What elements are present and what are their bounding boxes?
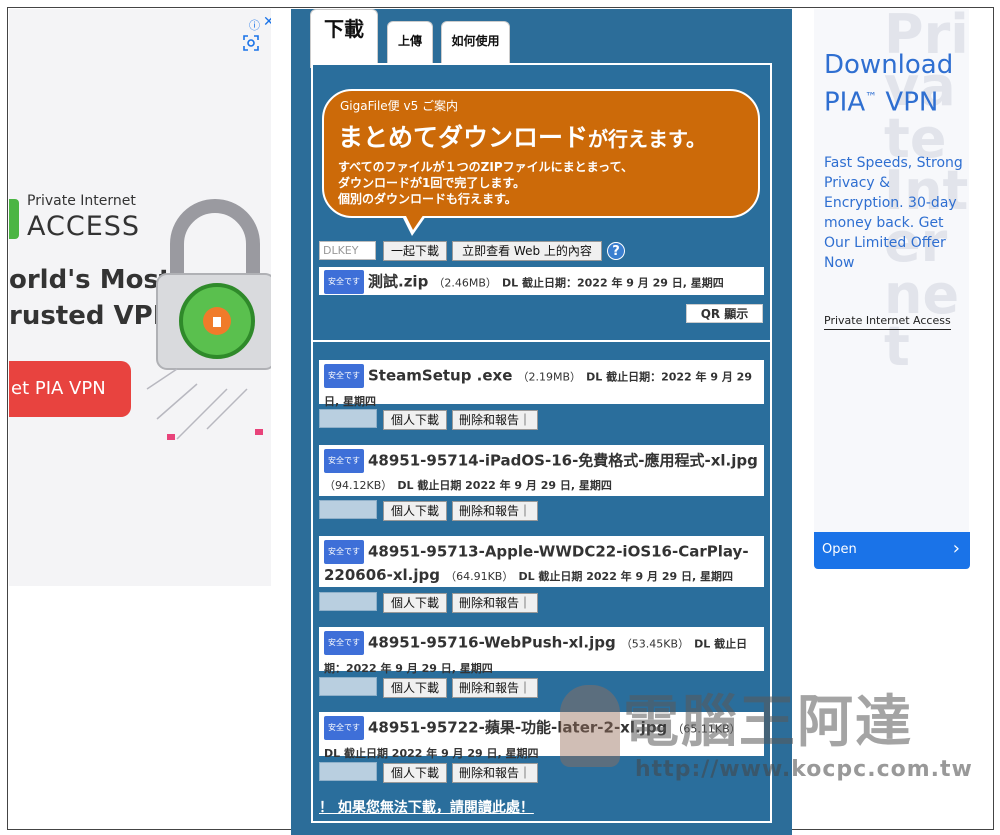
safe-badge: 安全です — [324, 716, 364, 740]
file-row: 安全です 48951-95713-Apple-WWDC22-iOS16-CarPl… — [319, 536, 764, 587]
ad-description: Fast Speeds, Strong Privacy & Encryption… — [824, 155, 963, 271]
file-key-input[interactable] — [319, 677, 377, 696]
panel-divider — [311, 340, 772, 342]
delete-report-button[interactable]: 刪除和報告｜ — [452, 593, 538, 613]
file-name[interactable]: 48951-95716-WebPush-xl.jpg — [368, 634, 616, 652]
pia-brand-main: ACCESS — [27, 211, 141, 242]
individual-download-button[interactable]: 個人下載 — [383, 410, 447, 430]
file-size: （65.11KB） — [672, 722, 741, 736]
individual-download-button[interactable]: 個人下載 — [383, 501, 447, 521]
file-size: （2.19MB） — [517, 370, 582, 384]
file-row: 安全です SteamSetup .exe （2.19MB） DL 截止日期：202… — [319, 360, 764, 408]
cant-download-help-link[interactable]: ！ 如果您無法下載，請閱讀此處！ — [319, 797, 534, 817]
tab-howto[interactable]: 如何使用 — [441, 21, 510, 68]
get-pia-vpn-button[interactable]: et PIA VPN — [9, 361, 131, 417]
bubble-line3: 個別のダウンロードも行えます。 — [338, 192, 517, 206]
ad-scan-icon[interactable] — [242, 34, 260, 52]
file-row: 安全です 48951-95716-WebPush-xl.jpg （53.45KB）… — [319, 627, 764, 675]
bubble-tail-fill — [405, 214, 424, 230]
help-icon[interactable]: ? — [607, 242, 625, 260]
safe-badge: 安全です — [324, 364, 364, 388]
individual-download-button[interactable]: 個人下載 — [383, 763, 447, 783]
delete-report-button[interactable]: 刪除和報告｜ — [452, 678, 538, 698]
file-size: （53.45KB） — [620, 637, 690, 651]
bubble-line2: ダウンロードが1回で完了します。 — [338, 176, 526, 190]
tab-upload[interactable]: 上傳 — [387, 21, 433, 68]
download-all-button[interactable]: 一起下載 — [383, 241, 447, 261]
ad-open-button[interactable]: Open › — [814, 532, 970, 569]
ad-brand-link[interactable]: Private Internet Access — [824, 314, 951, 330]
zip-file-size: （2.46MB） — [433, 276, 497, 290]
dlkey-input[interactable]: DLKEY — [319, 241, 376, 260]
padlock-illustration-icon — [146, 199, 271, 440]
bubble-caption: GigaFile便 v5 ご案内 — [340, 99, 459, 113]
left-advertisement[interactable]: ⓘ ✕ Private Internet ACCESS orld's Most … — [9, 9, 271, 586]
pia-brand-top: Private Internet — [27, 193, 136, 209]
qr-display-button[interactable]: QR 顯示 — [686, 304, 763, 323]
zip-file-name[interactable]: 測試.zip — [368, 273, 428, 291]
ad-headline: Download PIA™ VPN — [824, 50, 954, 118]
file-name[interactable]: 48951-95714-iPadOS-16-免費格式-應用程式-xl.jpg — [368, 452, 758, 470]
delete-report-button[interactable]: 刪除和報告｜ — [452, 763, 538, 783]
file-key-input[interactable] — [319, 500, 377, 519]
ad-close-icon[interactable]: ✕ — [263, 14, 271, 30]
file-name[interactable]: 48951-95722-蘋果-功能-later-2-xl.jpg — [368, 719, 667, 737]
delete-report-button[interactable]: 刪除和報告｜ — [452, 501, 538, 521]
file-expiry: DL 截止日期 2022 年 9 月 29 日, 星期四 — [397, 479, 612, 492]
bubble-line1: すべてのファイルが１つのZIPファイルにまとまって、 — [338, 160, 633, 174]
view-web-button[interactable]: 立即查看 Web 上的內容 — [452, 241, 602, 261]
safe-badge: 安全です — [324, 540, 364, 564]
right-advertisement[interactable]: Private Internet Download PIA™ VPN Fast … — [814, 9, 969, 569]
safe-badge: 安全です — [324, 631, 364, 655]
file-size: （94.12KB） — [324, 479, 393, 492]
zip-file-expiry: DL 截止日期：2022 年 9 月 29 日, 星期四 — [502, 276, 724, 290]
file-row: 安全です 48951-95722-蘋果-功能-later-2-xl.jpg （65… — [319, 712, 764, 760]
file-key-input[interactable] — [319, 762, 377, 781]
individual-download-button[interactable]: 個人下載 — [383, 678, 447, 698]
zip-file-row: 安全です 測試.zip （2.46MB） DL 截止日期：2022 年 9 月 2… — [319, 267, 764, 295]
file-key-input[interactable] — [319, 409, 377, 428]
ad-info-icon[interactable]: ⓘ — [249, 17, 260, 33]
ad-open-label: Open — [822, 542, 857, 557]
info-speech-bubble: GigaFile便 v5 ご案内 まとめてダウンロードが行えます。 すべてのファ… — [322, 89, 760, 218]
file-expiry: DL 截止日期 2022 年 9 月 29 日, 星期四 — [518, 570, 733, 583]
file-size: （64.91KB） — [445, 570, 514, 583]
tab-download[interactable]: 下載 — [310, 9, 378, 68]
file-key-input[interactable] — [319, 592, 377, 611]
file-name[interactable]: SteamSetup .exe — [368, 367, 512, 385]
chevron-right-icon: › — [952, 538, 960, 559]
individual-download-button[interactable]: 個人下載 — [383, 593, 447, 613]
pia-logo-icon — [9, 199, 19, 239]
bubble-headline: まとめてダウンロードが行えます。 — [338, 123, 707, 152]
file-row: 安全です 48951-95714-iPadOS-16-免費格式-應用程式-xl.j… — [319, 445, 764, 496]
safe-badge: 安全です — [324, 270, 364, 294]
delete-report-button[interactable]: 刪除和報告｜ — [452, 410, 538, 430]
safe-badge: 安全です — [324, 449, 364, 473]
file-expiry: DL 截止日期 2022 年 9 月 29 日, 星期四 — [324, 746, 539, 760]
